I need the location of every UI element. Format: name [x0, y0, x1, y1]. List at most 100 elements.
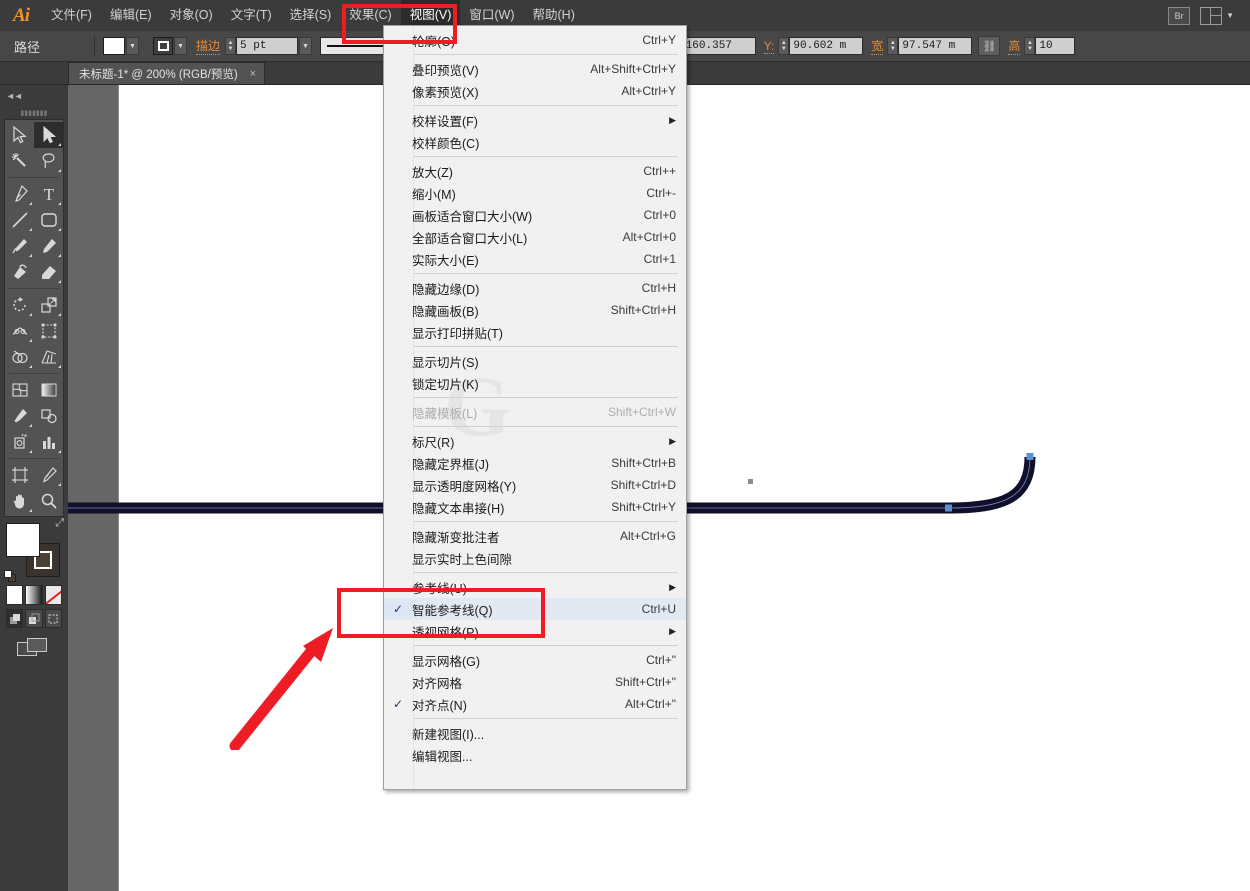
stroke-swatch[interactable]	[153, 37, 173, 55]
gradient-tool[interactable]	[34, 377, 63, 403]
width-tool[interactable]	[5, 318, 34, 344]
menu-item-4-2[interactable]: 显示打印拼贴(T)	[384, 321, 686, 343]
color-button[interactable]	[6, 585, 23, 605]
tools-panel-collapse[interactable]: ◄◄	[0, 85, 68, 107]
link-proportions-icon[interactable]: ⛓	[978, 36, 1000, 56]
menu-item-3-3[interactable]: 全部适合窗口大小(L)Alt+Ctrl+0	[384, 226, 686, 248]
document-tab[interactable]: 未标题-1* @ 200% (RGB/预览) ×	[68, 62, 265, 84]
y-input[interactable]: 90.602 m	[789, 37, 863, 55]
menu-item-9-0[interactable]: 参考线(U)▶	[384, 576, 686, 598]
menu-separator	[414, 521, 678, 522]
draw-inside-icon[interactable]	[45, 609, 62, 628]
menu-item-7-3[interactable]: 隐藏文本串接(H)Shift+Ctrl+Y	[384, 496, 686, 518]
menubar-item-3[interactable]: 文字(T)	[222, 0, 281, 31]
swap-fill-stroke-icon[interactable]: ⤢	[55, 517, 64, 530]
fill-swatch-chevron-icon[interactable]: ▼	[126, 37, 139, 55]
menu-item-11-0[interactable]: 新建视图(I)...	[384, 722, 686, 744]
menu-item-2-0[interactable]: 校样设置(F)▶	[384, 109, 686, 131]
menu-item-5-1[interactable]: 锁定切片(K)	[384, 372, 686, 394]
draw-behind-icon[interactable]	[25, 609, 42, 628]
menubar-item-2[interactable]: 对象(O)	[161, 0, 222, 31]
blob-brush-tool[interactable]	[5, 259, 34, 285]
menu-item-2-1[interactable]: 校样颜色(C)	[384, 131, 686, 153]
menu-item-4-0[interactable]: 隐藏边缘(D)Ctrl+H	[384, 277, 686, 299]
slice-tool[interactable]	[34, 462, 63, 488]
draw-normal-icon[interactable]	[6, 609, 23, 628]
magic-wand-tool[interactable]	[5, 148, 34, 174]
hand-tool[interactable]	[5, 488, 34, 514]
menu-item-3-1[interactable]: 缩小(M)Ctrl+-	[384, 182, 686, 204]
height-stepper[interactable]: ▲▼	[1024, 37, 1035, 55]
rectangle-tool[interactable]	[34, 207, 63, 233]
blend-tool[interactable]	[34, 403, 63, 429]
x-input[interactable]: 160.357	[682, 37, 756, 55]
menu-item-3-0[interactable]: 放大(Z)Ctrl++	[384, 160, 686, 182]
tools-panel-grip[interactable]: ▮▮▮▮▮▮▮	[0, 107, 68, 119]
stroke-swatch-chevron-icon[interactable]: ▼	[174, 37, 187, 55]
svg-text:T: T	[43, 185, 54, 203]
perspective-grid-tool[interactable]	[34, 344, 63, 370]
menu-item-11-1[interactable]: 编辑视图...	[384, 744, 686, 766]
arrange-documents-icon[interactable]	[1200, 7, 1222, 25]
menubar-item-0[interactable]: 文件(F)	[42, 0, 101, 31]
none-button[interactable]	[45, 585, 62, 605]
menu-item-1-0[interactable]: 叠印预览(V)Alt+Shift+Ctrl+Y	[384, 58, 686, 80]
close-icon[interactable]: ×	[250, 68, 256, 80]
menu-item-10-2[interactable]: ✓对齐点(N)Alt+Ctrl+"	[384, 693, 686, 715]
width-stepper[interactable]: ▲▼	[887, 37, 898, 55]
menu-item-4-1[interactable]: 隐藏画板(B)Shift+Ctrl+H	[384, 299, 686, 321]
menu-item-5-0[interactable]: 显示切片(S)	[384, 350, 686, 372]
menu-item-10-1[interactable]: 对齐网格Shift+Ctrl+"	[384, 671, 686, 693]
zoom-tool[interactable]	[34, 488, 63, 514]
paintbrush-tool[interactable]	[5, 233, 34, 259]
eyedropper-tool[interactable]	[5, 403, 34, 429]
stroke-label[interactable]: 描边	[196, 37, 220, 55]
menu-item-smart-guides[interactable]: ✓智能参考线(Q)Ctrl+U	[384, 598, 686, 620]
default-fill-stroke-icon[interactable]	[4, 570, 17, 583]
menu-item-label: 画板适合窗口大小(W)	[412, 206, 630, 225]
type-tool[interactable]: T	[34, 181, 63, 207]
change-screen-mode-icon[interactable]	[17, 638, 51, 664]
menu-item-0-0[interactable]: 轮廓(O)Ctrl+Y	[384, 29, 686, 51]
y-stepper[interactable]: ▲▼	[778, 37, 789, 55]
eraser-tool[interactable]	[34, 259, 63, 285]
height-input[interactable]: 10	[1035, 37, 1075, 55]
width-input[interactable]: 97.547 m	[898, 37, 972, 55]
stroke-weight-stepper[interactable]: ▲▼	[225, 37, 236, 55]
direct-selection-tool[interactable]	[34, 122, 63, 148]
view-menu-dropdown[interactable]: G 轮廓(O)Ctrl+Y叠印预览(V)Alt+Shift+Ctrl+Y像素预览…	[383, 25, 687, 790]
menu-item-9-2[interactable]: 透视网格(P)▶	[384, 620, 686, 642]
mesh-tool[interactable]	[5, 377, 34, 403]
selection-tool[interactable]	[5, 122, 34, 148]
artboard-tool[interactable]	[5, 462, 34, 488]
fill-color-swatch[interactable]	[6, 523, 40, 557]
menu-item-10-0[interactable]: 显示网格(G)Ctrl+"	[384, 649, 686, 671]
menu-item-3-2[interactable]: 画板适合窗口大小(W)Ctrl+0	[384, 204, 686, 226]
chevron-down-icon[interactable]: ▼	[1226, 11, 1234, 20]
stroke-weight-chevron-icon[interactable]: ▼	[299, 37, 312, 55]
stroke-weight-input[interactable]: 5 pt	[236, 37, 298, 55]
free-transform-tool[interactable]	[34, 318, 63, 344]
pencil-tool[interactable]	[34, 233, 63, 259]
menu-item-shortcut: Ctrl+"	[632, 653, 676, 667]
menu-item-3-4[interactable]: 实际大小(E)Ctrl+1	[384, 248, 686, 270]
fill-swatch[interactable]	[103, 37, 125, 55]
pen-tool[interactable]	[5, 181, 34, 207]
rotate-tool[interactable]	[5, 292, 34, 318]
column-graph-tool[interactable]	[34, 429, 63, 455]
line-segment-tool[interactable]	[5, 207, 34, 233]
shape-builder-tool[interactable]	[5, 344, 34, 370]
scale-tool[interactable]	[34, 292, 63, 318]
menubar-item-4[interactable]: 选择(S)	[281, 0, 341, 31]
menu-item-7-2[interactable]: 显示透明度网格(Y)Shift+Ctrl+D	[384, 474, 686, 496]
menu-item-7-0[interactable]: 标尺(R)▶	[384, 430, 686, 452]
menu-item-8-1[interactable]: 显示实时上色间隙	[384, 547, 686, 569]
gradient-button[interactable]	[25, 585, 42, 605]
symbol-sprayer-tool[interactable]	[5, 429, 34, 455]
menu-item-8-0[interactable]: 隐藏渐变批注者Alt+Ctrl+G	[384, 525, 686, 547]
bridge-icon[interactable]: Br	[1168, 7, 1190, 25]
menubar-item-1[interactable]: 编辑(E)	[101, 0, 161, 31]
menu-item-7-1[interactable]: 隐藏定界框(J)Shift+Ctrl+B	[384, 452, 686, 474]
lasso-tool[interactable]	[34, 148, 63, 174]
menu-item-1-1[interactable]: 像素预览(X)Alt+Ctrl+Y	[384, 80, 686, 102]
